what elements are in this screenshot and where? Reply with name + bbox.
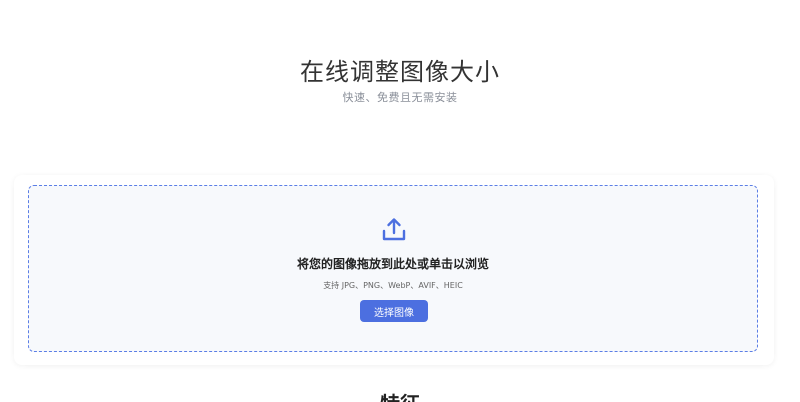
supported-formats: 支持 JPG、PNG、WebP、AVIF、HEIC (323, 281, 463, 290)
page-title: 在线调整图像大小 (300, 58, 500, 86)
features-heading: 特征 (0, 392, 800, 402)
upload-card: 将您的图像拖放到此处或单击以浏览 支持 JPG、PNG、WebP、AVIF、HE… (14, 175, 774, 365)
image-dropzone[interactable]: 将您的图像拖放到此处或单击以浏览 支持 JPG、PNG、WebP、AVIF、HE… (28, 185, 758, 352)
page: 在线调整图像大小 快速、免费且无需安装 将您的图像拖放到此处或单击以浏览 支持 … (0, 0, 800, 402)
dropzone-title: 将您的图像拖放到此处或单击以浏览 (296, 257, 489, 271)
select-image-button[interactable]: 选择图像 (360, 300, 428, 322)
page-subtitle: 快速、免费且无需安装 (342, 91, 458, 104)
upload-icon (380, 216, 408, 244)
